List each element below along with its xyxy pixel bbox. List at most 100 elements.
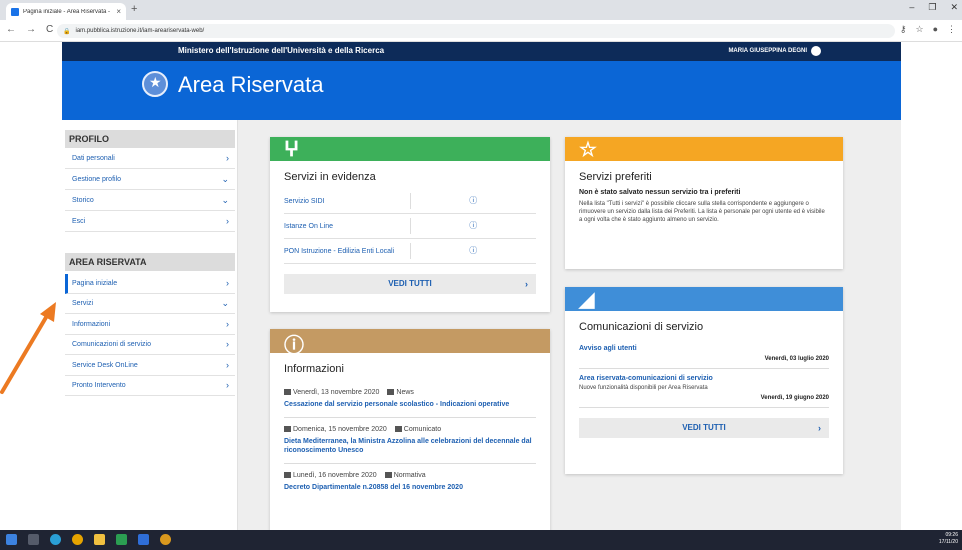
user-menu[interactable]: MARIA GIUSEPPINA DEGNI (728, 46, 821, 56)
calendar-icon (284, 426, 291, 433)
card-title: Comunicazioni di servizio (579, 321, 704, 333)
info-icon: ⓘ (284, 335, 304, 357)
browser-tabbar: Pagina iniziale - Area Riservata - × + –… (0, 0, 962, 20)
news-type: News (387, 389, 414, 396)
profilo-heading: PROFILO (65, 130, 235, 148)
calendar-icon (284, 389, 291, 396)
service-row[interactable]: PON Istruzione - Edilizia Enti Locali ⓘ (284, 239, 536, 264)
url-field[interactable]: 🔒 iam.pubblica.istruzione.it/iam-arearis… (57, 24, 895, 38)
sidebar-item-gestione-profilo[interactable]: Gestione profilo ⌄ (65, 170, 235, 190)
news-item: Domenica, 15 novembre 2020 Comunicato Di… (284, 418, 536, 464)
user-icon (811, 46, 821, 56)
news-title[interactable]: Cessazione dal servizio personale scolas… (284, 400, 536, 409)
window-controls: – ❐ ✕ (909, 2, 958, 13)
address-bar-row: ← → C 🔒 iam.pubblica.istruzione.it/iam-a… (0, 20, 962, 42)
comunicazioni-card: ◢ Comunicazioni di servizio Avviso agli … (565, 287, 843, 474)
sidebar-item-storico[interactable]: Storico ⌄ (65, 191, 235, 211)
service-row[interactable]: Istanze On Line ⓘ (284, 214, 536, 239)
chevron-right-icon: › (525, 279, 528, 289)
site-title[interactable]: Area Riservata (178, 72, 324, 98)
sidebar-item-label: Pronto Intervento (72, 382, 126, 389)
sidebar-item-esci[interactable]: Esci › (65, 212, 235, 232)
comunicazione-item: Avviso agli utenti Venerdì, 03 luglio 20… (579, 339, 829, 369)
chevron-right-icon: › (226, 153, 229, 163)
word-icon[interactable] (138, 534, 149, 545)
sidebar-item-label: Comunicazioni di servizio (72, 341, 151, 348)
sidebar-item-informazioni[interactable]: Informazioni › (65, 315, 235, 335)
sidebar-item-service-desk[interactable]: Service Desk OnLine › (65, 356, 235, 376)
user-name: MARIA GIUSEPPINA DEGNI (728, 48, 807, 54)
forward-icon[interactable]: → (26, 24, 36, 35)
chrome-active-icon[interactable] (160, 534, 171, 545)
news-meta: Domenica, 15 novembre 2020 Comunicato (284, 426, 536, 433)
site-header: Area Riservata (62, 61, 901, 120)
sidebar-item-servizi[interactable]: Servizi ⌄ (65, 294, 235, 314)
law-icon (384, 472, 392, 479)
news-title[interactable]: Decreto Dipartimentale n.20858 del 16 no… (284, 483, 536, 492)
service-link[interactable]: Servizio SIDI (284, 198, 410, 205)
chevron-right-icon: › (226, 380, 229, 390)
vedi-tutti-servizi-button[interactable]: VEDI TUTTI › (284, 274, 536, 294)
chevron-right-icon: › (226, 319, 229, 329)
chrome-icon[interactable] (72, 534, 83, 545)
sidebar-item-pagina-iniziale[interactable]: Pagina iniziale › (65, 274, 235, 294)
tab-close-icon[interactable]: × (116, 7, 121, 16)
chevron-down-icon: ⌄ (221, 298, 229, 308)
servizi-preferiti-card: ☆ Servizi preferiti Non è stato salvato … (565, 137, 843, 269)
news-icon (387, 389, 395, 396)
news-item: Venerdì, 13 novembre 2020 News Cessazion… (284, 381, 536, 418)
vedi-tutti-comunicazioni-button[interactable]: VEDI TUTTI › (579, 418, 829, 438)
new-tab-button[interactable]: + (131, 3, 137, 15)
button-label: VEDI TUTTI (388, 279, 432, 288)
document-icon (394, 426, 402, 433)
browser-tools: ⚷ ☆ ● ⋮ (900, 24, 956, 35)
sidebar-item-dati-personali[interactable]: Dati personali › (65, 149, 235, 169)
windows-start-icon[interactable] (6, 534, 17, 545)
star-bookmark-icon: ☆ (579, 139, 597, 161)
info-icon[interactable]: ⓘ (409, 193, 537, 209)
preferiti-empty-message: Non è stato salvato nessun servizio tra … (579, 189, 741, 196)
back-icon[interactable]: ← (6, 24, 16, 35)
minimize-icon[interactable]: – (909, 2, 914, 13)
key-icon[interactable]: ⚷ (900, 24, 907, 35)
star-icon[interactable]: ☆ (915, 24, 923, 35)
service-link[interactable]: PON Istruzione - Edilizia Enti Locali (284, 248, 410, 255)
search-icon[interactable] (28, 534, 39, 545)
news-date: Venerdì, 13 novembre 2020 (284, 389, 379, 396)
sidebar-item-pronto-intervento[interactable]: Pronto Intervento › (65, 376, 235, 396)
restore-icon[interactable]: ❐ (928, 2, 936, 13)
clock-time: 09:26 (945, 532, 958, 538)
republic-emblem-icon (142, 71, 168, 97)
news-type: Comunicato (394, 426, 441, 433)
app-icon[interactable] (116, 534, 127, 545)
edge-icon[interactable] (50, 534, 61, 545)
lock-icon: 🔒 (63, 28, 71, 35)
system-clock[interactable]: 09:26 17/11/20 (939, 532, 958, 546)
sidebar-item-comunicazioni[interactable]: Comunicazioni di servizio › (65, 335, 235, 355)
os-taskbar: 09:26 17/11/20 (0, 530, 962, 550)
preferiti-help-text: Nella lista "Tutti i servizi" è possibil… (579, 201, 825, 223)
card-band: ☆ (565, 137, 843, 161)
info-icon[interactable]: ⓘ (409, 243, 537, 259)
account-icon[interactable]: ● (933, 24, 938, 35)
news-meta: Lunedì, 16 novembre 2020 Normativa (284, 472, 536, 479)
annotation-arrow (0, 302, 56, 394)
clock-date: 17/11/20 (938, 539, 958, 545)
browser-tab[interactable]: Pagina iniziale - Area Riservata - × (6, 3, 126, 20)
sidebar-item-label: Servizi (72, 300, 94, 307)
service-row[interactable]: Servizio SIDI ⓘ (284, 189, 536, 214)
chevron-right-icon: › (226, 216, 229, 226)
reload-icon[interactable]: C (46, 24, 53, 35)
info-icon[interactable]: ⓘ (409, 218, 537, 234)
news-title[interactable]: Dieta Mediterranea, la Ministra Azzolina… (284, 437, 536, 455)
comunicazione-date: Venerdì, 19 giugno 2020 (760, 395, 829, 401)
sidebar: PROFILO Dati personali › Gestione profil… (62, 120, 238, 530)
comunicazione-link[interactable]: Avviso agli utenti (579, 345, 829, 352)
close-window-icon[interactable]: ✕ (950, 2, 958, 13)
menu-icon[interactable]: ⋮ (947, 24, 956, 35)
sidebar-item-label: Esci (72, 218, 86, 225)
comunicazione-date: Venerdì, 03 luglio 2020 (764, 356, 829, 362)
comunicazione-link[interactable]: Area riservata-comunicazioni di servizio (579, 375, 829, 382)
folder-icon[interactable] (94, 534, 105, 545)
service-link[interactable]: Istanze On Line (284, 223, 410, 230)
